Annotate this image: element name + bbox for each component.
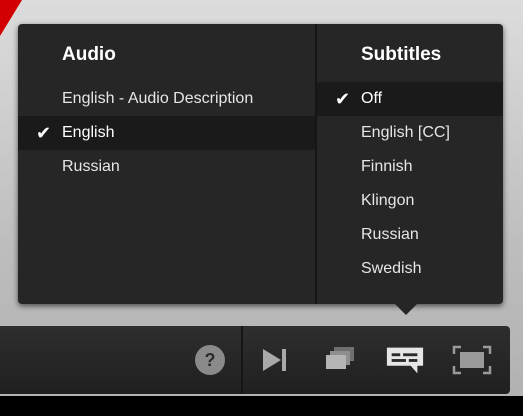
subtitle-option-russian[interactable]: Russian — [317, 218, 503, 252]
subtitle-option-english-cc[interactable]: English [CC] — [317, 116, 503, 150]
audio-subtitles-menu: Audio English - Audio Description ✔ Engl… — [18, 24, 503, 304]
fullscreen-icon — [452, 345, 492, 375]
episodes-button[interactable] — [320, 340, 360, 380]
bottom-edge — [0, 396, 523, 416]
subtitle-option-klingon[interactable]: Klingon — [317, 184, 503, 218]
control-bar-divider — [241, 326, 243, 394]
audio-header: Audio — [62, 44, 116, 65]
next-episode-button[interactable] — [255, 340, 295, 380]
subtitle-option-label: Swedish — [361, 260, 422, 277]
subtitle-option-label: Off — [361, 90, 383, 107]
subtitles-icon — [386, 347, 424, 374]
subtitle-option-swedish[interactable]: Swedish — [317, 252, 503, 286]
subtitle-option-label: Finnish — [361, 158, 413, 175]
audio-option-label: Russian — [62, 158, 120, 175]
audio-option-english-audio-description[interactable]: English - Audio Description — [18, 82, 315, 116]
audio-option-english[interactable]: ✔ English — [18, 116, 315, 150]
help-icon: ? — [195, 345, 225, 375]
audio-subtitles-button[interactable] — [385, 340, 425, 380]
subtitle-option-label: Russian — [361, 226, 419, 243]
audio-option-label: English — [62, 124, 115, 141]
checkmark-icon: ✔ — [36, 123, 52, 143]
menu-pointer — [394, 303, 418, 315]
episodes-icon — [326, 347, 354, 369]
help-button[interactable]: ? — [190, 340, 230, 380]
subtitles-column: Subtitles ✔ Off English [CC] Finnish Kli… — [317, 24, 503, 304]
audio-option-russian[interactable]: Russian — [18, 150, 315, 184]
player-control-bar: ? — [0, 326, 510, 394]
subtitle-option-finnish[interactable]: Finnish — [317, 150, 503, 184]
checkmark-icon: ✔ — [335, 89, 351, 109]
subtitle-option-off[interactable]: ✔ Off — [317, 82, 503, 116]
subtitle-option-label: Klingon — [361, 192, 415, 209]
audio-option-label: English - Audio Description — [62, 90, 254, 107]
audio-column: Audio English - Audio Description ✔ Engl… — [18, 24, 315, 304]
next-episode-icon — [263, 349, 286, 371]
fullscreen-button[interactable] — [452, 340, 492, 380]
subtitle-option-label: English [CC] — [361, 124, 450, 141]
subtitles-header: Subtitles — [361, 44, 442, 65]
